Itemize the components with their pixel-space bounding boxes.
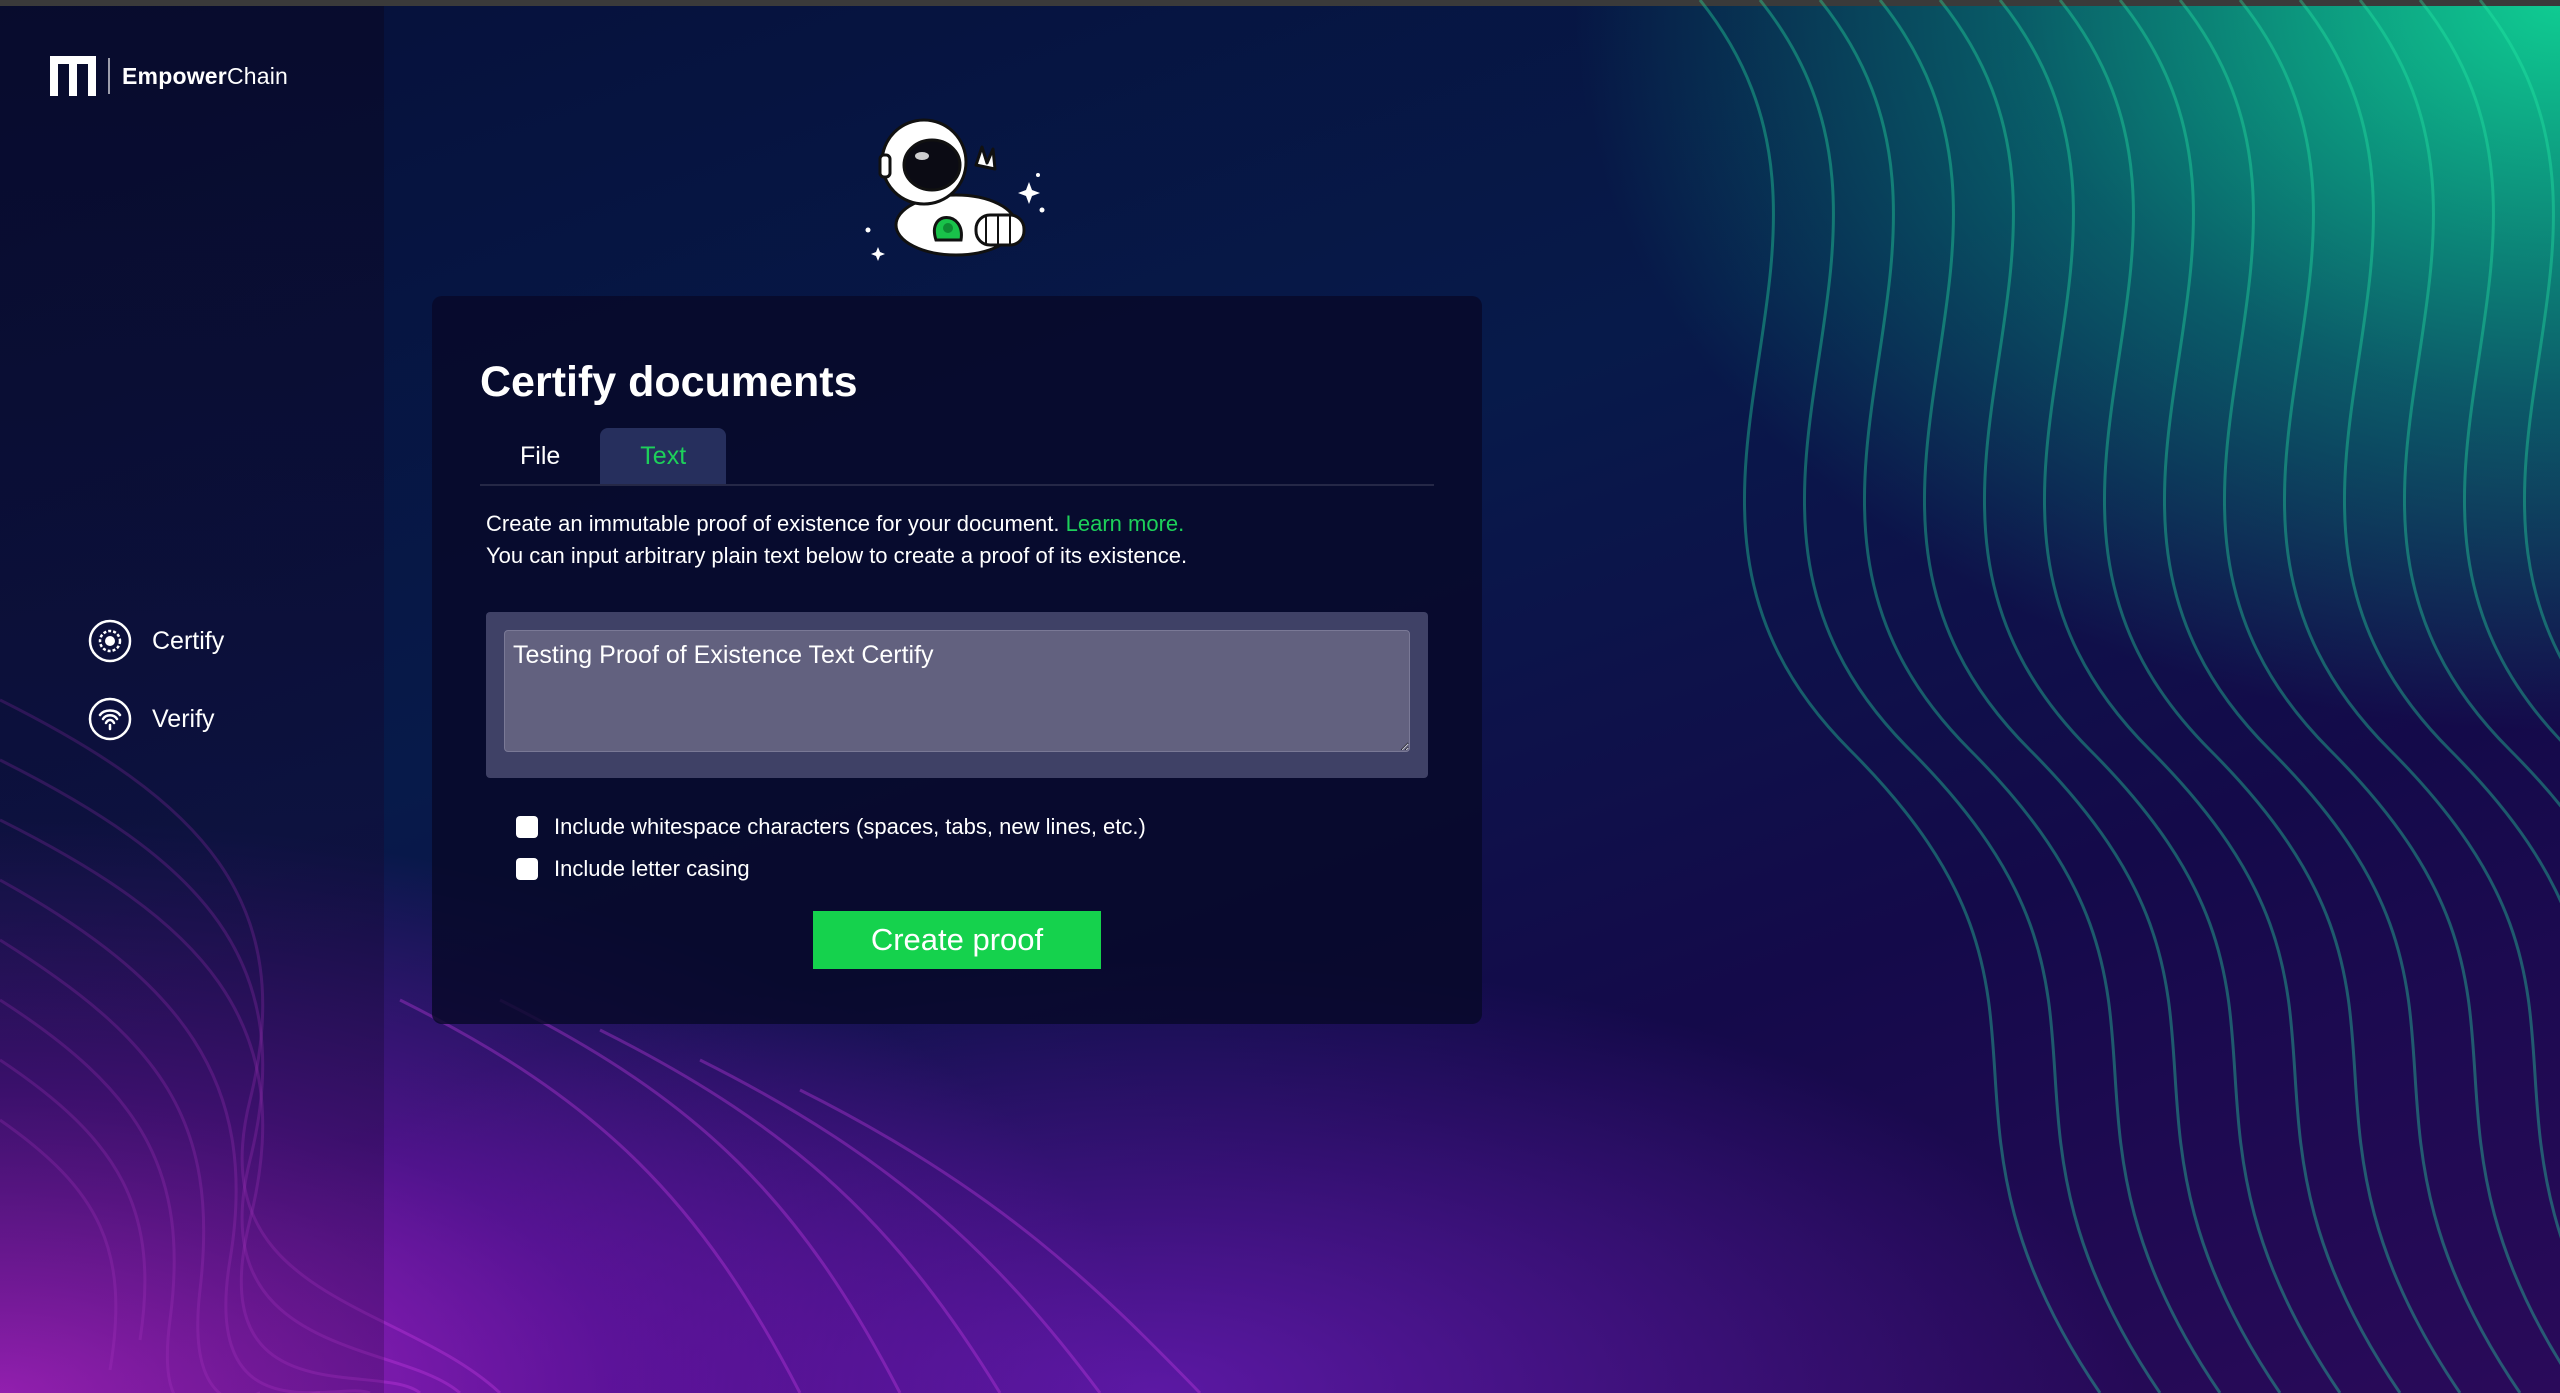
tab-text[interactable]: Text (600, 428, 727, 484)
page-title: Certify documents (480, 358, 858, 406)
sidebar-nav: Certify Verify (88, 614, 224, 770)
text-input-panel: Testing Proof of Existence Text Certify (486, 612, 1428, 778)
brand-logo[interactable]: EmpowerChain (50, 56, 288, 96)
description: Create an immutable proof of existence f… (486, 508, 1187, 572)
letter-casing-checkbox[interactable] (516, 858, 538, 880)
sidebar-item-label: Verify (152, 704, 215, 733)
description-line-2: You can input arbitrary plain text below… (486, 543, 1188, 568)
window-top-bar (0, 0, 2560, 6)
astronaut-mascot-icon (865, 118, 1045, 261)
description-text-1: Create an immutable proof of existence f… (486, 511, 1060, 536)
whitespace-label: Include whitespace characters (spaces, t… (554, 814, 1146, 839)
certify-icon (88, 619, 132, 663)
logo-separator (108, 58, 110, 94)
description-line-1: Create an immutable proof of existence f… (486, 508, 1187, 540)
whitespace-option: Include whitespace characters (spaces, t… (516, 806, 1146, 848)
sidebar-item-certify[interactable]: Certify (88, 614, 224, 668)
certify-card: Certify documents File Text Create an im… (432, 296, 1482, 1024)
verify-icon (88, 697, 132, 741)
sidebar: EmpowerChain Certify Verify (0, 6, 384, 1393)
sidebar-item-label: Certify (152, 626, 225, 655)
letter-casing-option: Include letter casing (516, 848, 1146, 890)
learn-more-link[interactable]: Learn more. (1066, 511, 1185, 536)
brand-name: EmpowerChain (122, 62, 289, 89)
tab-bar: File Text (480, 428, 1434, 486)
empowerchain-logo-icon (50, 56, 96, 96)
whitespace-checkbox[interactable] (516, 816, 538, 838)
tab-file[interactable]: File (480, 428, 600, 484)
letter-casing-label: Include letter casing (554, 856, 750, 881)
create-proof-button[interactable]: Create proof (813, 911, 1101, 969)
text-input[interactable]: Testing Proof of Existence Text Certify (504, 630, 1410, 752)
sidebar-item-verify[interactable]: Verify (88, 692, 224, 746)
options: Include whitespace characters (spaces, t… (516, 806, 1146, 890)
